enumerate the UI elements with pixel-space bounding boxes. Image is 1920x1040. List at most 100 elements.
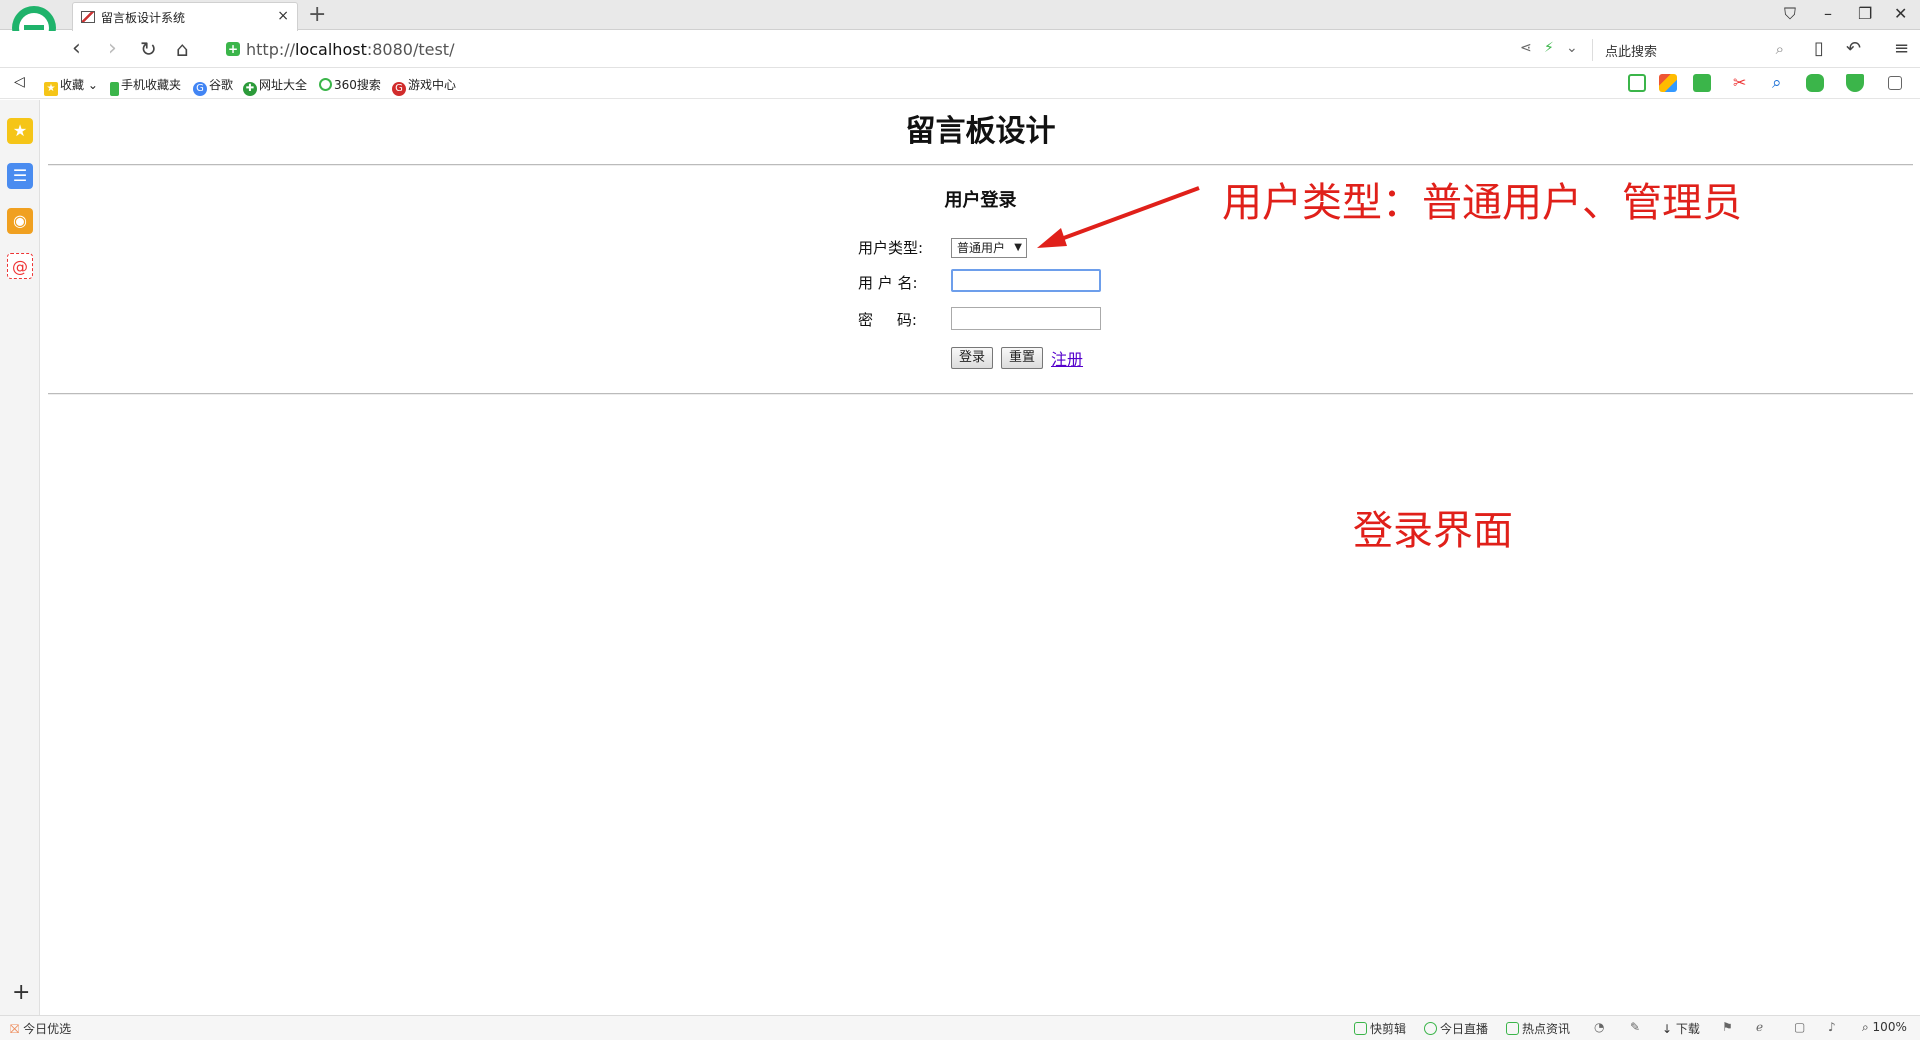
reset-button[interactable]: 重置 (1001, 347, 1043, 369)
find-icon[interactable]: ⌕ (1772, 74, 1790, 92)
translate-extension-icon[interactable] (1693, 74, 1711, 92)
game-controller-icon[interactable] (1806, 74, 1824, 92)
top-divider (48, 164, 1913, 166)
zoom-icon: ⌕ (1862, 1020, 1873, 1034)
fav-label: 360搜索 (334, 78, 381, 92)
status-bar: ⛝ 今日优选 快剪辑 今日直播 热点资讯 ◔ ✎ ↓ 下载 ⚑ ℯ ▢ ♪ ⌕ 1… (0, 1015, 1920, 1040)
add-sidebar-icon[interactable]: + (12, 980, 30, 1005)
user-type-annotation: 用户类型：普通用户、管理员 (1222, 180, 1742, 226)
reader-mode-icon[interactable]: ▯ (1814, 38, 1824, 59)
video-clip-icon (1354, 1022, 1367, 1035)
flag-icon[interactable]: ⚑ (1722, 1020, 1733, 1034)
undo-icon[interactable]: ↶ (1846, 38, 1861, 59)
color-extension-icon[interactable] (1659, 74, 1677, 92)
address-toolbar: ‹ › ↻ ⌂ + http://localhost:8080/test/ ⋖ … (0, 31, 1920, 68)
password-input[interactable] (951, 307, 1101, 330)
annotation-arrow (1037, 186, 1200, 248)
fav-label: 游戏中心 (408, 78, 457, 92)
password-label: 密 码: (858, 311, 917, 329)
restore-icon[interactable]: ❐ (1858, 4, 1872, 23)
apps-grid-icon[interactable] (1888, 76, 1902, 90)
pin-icon[interactable]: ✎ (1630, 1020, 1640, 1034)
register-link[interactable]: 注册 (1051, 346, 1083, 370)
book-extension-icon[interactable] (1628, 74, 1646, 92)
fav-item-games[interactable]: G 游戏中心 (392, 76, 456, 96)
scissors-icon[interactable]: ✂ (1733, 74, 1751, 92)
tab-close-icon[interactable]: × (277, 8, 289, 24)
search-box[interactable]: 点此搜索 ⌕ (1592, 39, 1792, 61)
status-label: 下载 (1675, 1022, 1700, 1036)
ie-icon[interactable]: ℯ (1756, 1020, 1763, 1034)
weibo-icon[interactable]: ◉ (7, 208, 33, 234)
page-content: 留言板设计 用户登录 用户类型: 普通用户 ▼ 用 户 名: 密 码: 登录 重… (41, 100, 1920, 1015)
tab-bar: 留言板设计系统 × + ⛉ – ❐ ✕ (0, 0, 1920, 31)
email-icon[interactable]: @ (7, 253, 33, 279)
reading-list-icon[interactable]: ☰ (7, 163, 33, 189)
close-window-icon[interactable]: ✕ (1894, 4, 1907, 23)
status-label: 快剪辑 (1370, 1022, 1407, 1036)
status-download[interactable]: ↓ 下载 (1662, 1020, 1700, 1037)
page-favicon-icon (81, 11, 95, 23)
browser-tab[interactable]: 留言板设计系统 × (72, 2, 298, 31)
sound-icon[interactable]: ♪ (1828, 1020, 1836, 1034)
speed-icon[interactable]: ◔ (1594, 1020, 1604, 1034)
shirt-skin-icon[interactable]: ⛉ (1784, 4, 1796, 24)
bottom-divider (48, 393, 1913, 395)
fav-label: 收藏 (60, 78, 85, 92)
fav-label: 手机收藏夹 (121, 78, 182, 92)
today-picks[interactable]: ⛝ 今日优选 (10, 1020, 71, 1037)
url-field[interactable]: http://localhost:8080/test/ (246, 40, 454, 59)
news-icon (1506, 1022, 1519, 1035)
login-button[interactable]: 登录 (951, 347, 993, 369)
zoom-label: 100% (1872, 1020, 1907, 1034)
login-screen-annotation: 登录界面 (1353, 508, 1513, 554)
home-icon[interactable]: ⌂ (176, 37, 189, 61)
url-host: localhost (295, 40, 367, 59)
play-icon (1424, 1022, 1437, 1035)
user-type-select[interactable]: 普通用户 ▼ (951, 238, 1027, 258)
fav-label: 网址大全 (259, 78, 308, 92)
favorites-bar: ◁ ★ 收藏 ⌄ 手机收藏夹 G 谷歌 ✚ 网址大全 360搜索 G 游戏中心 ✂ ⌕ (0, 69, 1920, 99)
tab-title: 留言板设计系统 (101, 11, 186, 25)
gift-icon: ⛝ (10, 1022, 20, 1036)
new-tab-icon[interactable]: + (308, 2, 326, 28)
speed-lightning-icon[interactable]: ⚡ (1544, 40, 1554, 56)
search-icon[interactable]: ⌕ (1776, 40, 1784, 58)
status-live[interactable]: 今日直播 (1424, 1020, 1488, 1037)
dropdown-arrow-icon: ▼ (1014, 242, 1022, 253)
back-icon[interactable]: ‹ (72, 37, 81, 61)
security-shield-icon[interactable]: + (226, 42, 240, 56)
user-type-label: 用户类型: (858, 239, 924, 257)
fav-item-shoucang[interactable]: ★ 收藏 ⌄ (44, 76, 98, 96)
status-label: 热点资讯 (1522, 1022, 1571, 1036)
status-label: 今日直播 (1440, 1022, 1489, 1036)
left-sidebar: ★ ☰ ◉ @ + (0, 100, 40, 1015)
status-quick-clip[interactable]: 快剪辑 (1354, 1020, 1406, 1037)
fav-label: 谷歌 (209, 78, 234, 92)
shield-extension-icon[interactable] (1846, 74, 1864, 92)
sidebar-toggle-icon[interactable]: ◁ (14, 74, 25, 90)
chevron-down-icon[interactable]: ⌄ (1566, 40, 1578, 56)
username-input[interactable] (951, 269, 1101, 292)
fav-item-google[interactable]: G 谷歌 (193, 76, 233, 96)
download-icon: ↓ (1662, 1022, 1676, 1036)
share-icon[interactable]: ⋖ (1520, 40, 1532, 56)
today-picks-label: 今日优选 (23, 1022, 72, 1036)
fav-item-hao[interactable]: ✚ 网址大全 (243, 76, 307, 96)
forward-icon[interactable]: › (108, 37, 117, 61)
url-rest: :8080/test/ (366, 40, 455, 59)
status-news[interactable]: 热点资讯 (1506, 1020, 1570, 1037)
fav-item-360search[interactable]: 360搜索 (319, 76, 381, 93)
minimize-icon[interactable]: – (1824, 4, 1832, 23)
url-prefix: http:// (246, 40, 296, 59)
username-label: 用 户 名: (858, 274, 918, 292)
search-placeholder: 点此搜索 (1605, 45, 1658, 60)
user-type-selected: 普通用户 (957, 241, 1006, 255)
menu-icon[interactable]: ≡ (1894, 38, 1909, 59)
window-icon[interactable]: ▢ (1794, 1020, 1805, 1034)
zoom-level[interactable]: ⌕ 100% (1862, 1020, 1907, 1035)
star-favorites-icon[interactable]: ★ (7, 118, 33, 144)
page-title: 留言板设计 (905, 114, 1056, 149)
refresh-icon[interactable]: ↻ (140, 37, 157, 61)
fav-item-mobile[interactable]: 手机收藏夹 (110, 76, 181, 96)
